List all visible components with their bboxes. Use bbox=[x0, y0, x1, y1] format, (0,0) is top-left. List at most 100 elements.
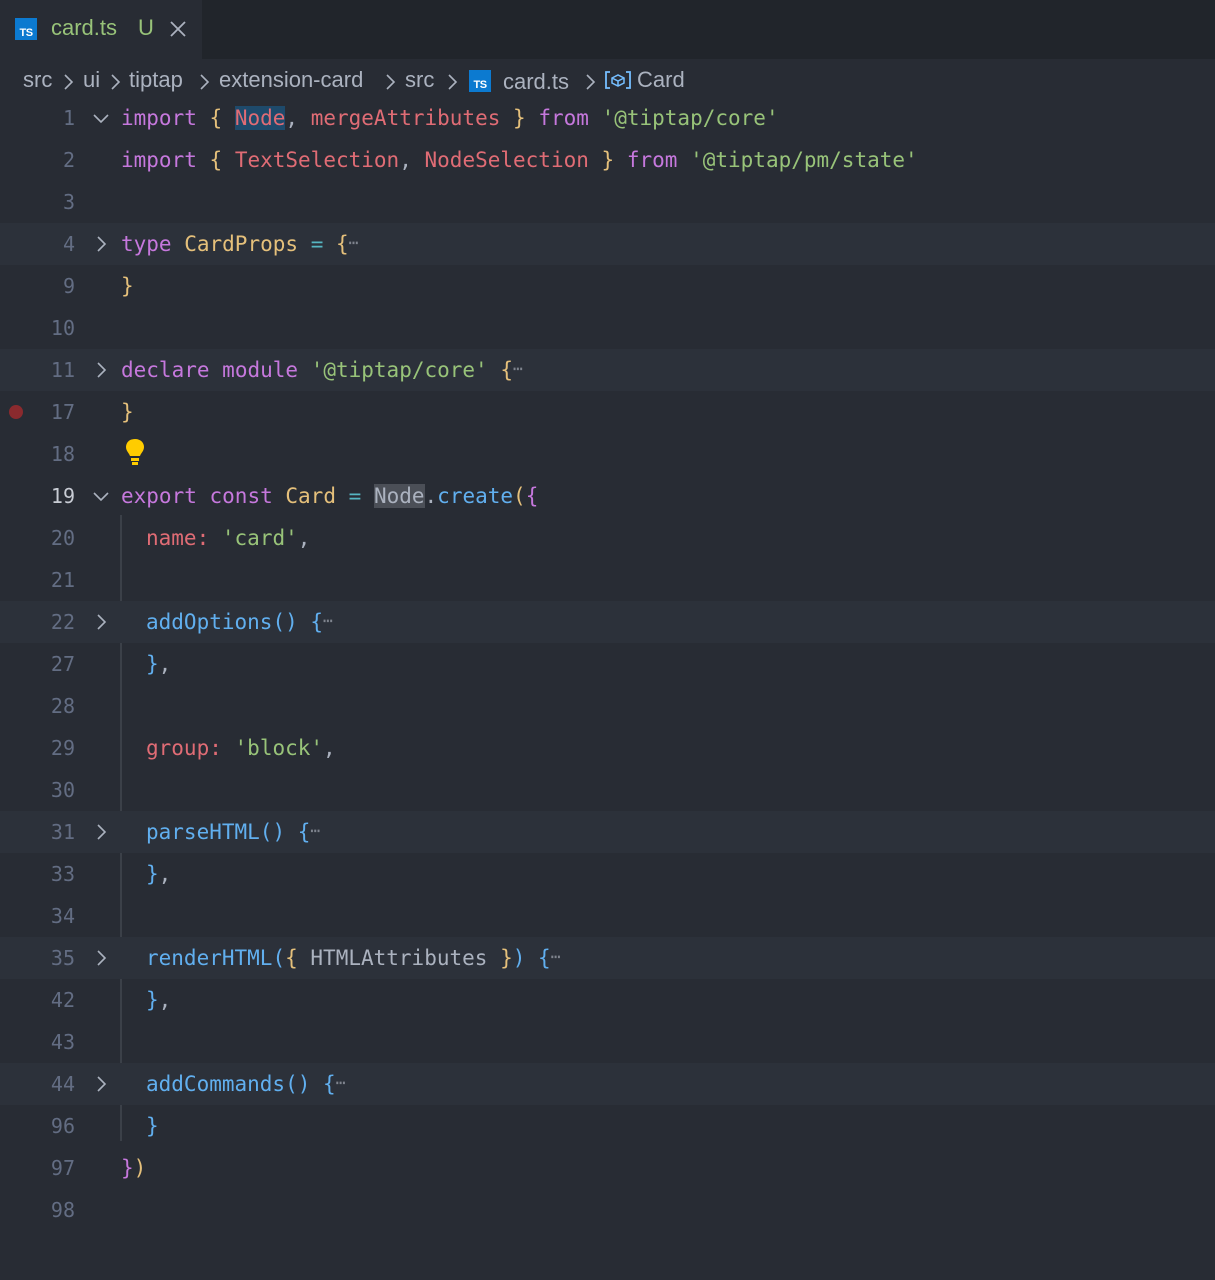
breadcrumb-item-tiptap[interactable]: tiptap bbox=[129, 67, 183, 93]
line-number: 34 bbox=[50, 904, 75, 928]
folded-ellipsis: ⋯ bbox=[513, 359, 523, 378]
breadcrumb-item-file[interactable]: TS card.ts bbox=[469, 67, 569, 95]
folded-ellipsis: ⋯ bbox=[348, 233, 359, 252]
line-number: 21 bbox=[50, 568, 75, 592]
code-line-19[interactable]: 19 export const Card = Node.create({ bbox=[0, 475, 1215, 517]
line-number: 44 bbox=[50, 1072, 75, 1096]
code-line-27[interactable]: 27 }, bbox=[0, 643, 1215, 685]
code-line-2[interactable]: 2 import { TextSelection, NodeSelection … bbox=[0, 139, 1215, 181]
line-number: 29 bbox=[50, 736, 75, 760]
line-number: 20 bbox=[50, 526, 75, 550]
code-text: }, bbox=[146, 862, 172, 886]
close-icon[interactable] bbox=[166, 17, 190, 41]
code-text: }) bbox=[121, 1156, 147, 1180]
code-text: parseHTML() {⋯ bbox=[146, 820, 321, 844]
code-line-31[interactable]: 31 parseHTML() {⋯ bbox=[0, 811, 1215, 853]
code-line-17[interactable]: 17 } bbox=[0, 391, 1215, 433]
code-text: name: 'card', bbox=[146, 526, 311, 550]
line-number: 17 bbox=[50, 400, 75, 424]
breadcrumb-item-ui[interactable]: ui bbox=[83, 67, 100, 93]
chevron-right-icon[interactable] bbox=[91, 1074, 111, 1094]
line-number: 27 bbox=[50, 652, 75, 676]
breadcrumb: src ui tiptap extension-card src TS card.… bbox=[0, 59, 1215, 101]
code-line-29[interactable]: 29 group: 'block', bbox=[0, 727, 1215, 769]
breadcrumb-symbol[interactable]: Card bbox=[637, 67, 685, 93]
code-line-1[interactable]: 1 import { Node, mergeAttributes } from … bbox=[0, 97, 1215, 139]
line-number: 31 bbox=[50, 820, 75, 844]
breadcrumb-item-src[interactable]: src bbox=[23, 67, 52, 93]
code-line-33[interactable]: 33 }, bbox=[0, 853, 1215, 895]
code-line-42[interactable]: 42 }, bbox=[0, 979, 1215, 1021]
line-number: 98 bbox=[50, 1198, 75, 1222]
typescript-file-icon: TS bbox=[469, 70, 491, 92]
code-text: import { Node, mergeAttributes } from '@… bbox=[121, 106, 779, 130]
code-line-18[interactable]: 18 bbox=[0, 433, 1215, 475]
code-line-35[interactable]: 35 renderHTML({ HTMLAttributes }) {⋯ bbox=[0, 937, 1215, 979]
code-line-4[interactable]: 4 type CardProps = {⋯ bbox=[0, 223, 1215, 265]
typescript-file-icon: TS bbox=[15, 18, 37, 40]
code-line-96[interactable]: 96 } bbox=[0, 1105, 1215, 1147]
chevron-right-icon bbox=[62, 71, 74, 97]
line-number: 28 bbox=[50, 694, 75, 718]
breadcrumb-file-label: card.ts bbox=[503, 69, 570, 94]
line-number: 35 bbox=[50, 946, 75, 970]
chevron-right-icon[interactable] bbox=[91, 360, 111, 380]
code-line-28[interactable]: 28 bbox=[0, 685, 1215, 727]
code-text: } bbox=[146, 1114, 159, 1138]
tab-title: card.ts bbox=[51, 15, 118, 40]
breadcrumb-item-src-2[interactable]: src bbox=[405, 67, 434, 93]
line-number: 18 bbox=[50, 442, 75, 466]
chevron-right-icon[interactable] bbox=[91, 234, 111, 254]
line-number: 10 bbox=[50, 316, 75, 340]
code-editor[interactable]: 1 import { Node, mergeAttributes } from … bbox=[0, 101, 1215, 1280]
code-line-21[interactable]: 21 bbox=[0, 559, 1215, 601]
folded-ellipsis: ⋯ bbox=[310, 821, 321, 840]
chevron-right-icon bbox=[446, 71, 458, 97]
breadcrumb-item-extension-card[interactable]: extension-card bbox=[219, 67, 363, 93]
lightbulb-icon[interactable] bbox=[124, 437, 146, 467]
line-number: 96 bbox=[50, 1114, 75, 1138]
code-text: import { TextSelection, NodeSelection } … bbox=[121, 148, 918, 172]
code-text: addOptions() {⋯ bbox=[146, 610, 333, 634]
chevron-down-icon[interactable] bbox=[91, 486, 111, 506]
chevron-right-icon[interactable] bbox=[91, 822, 111, 842]
line-number: 11 bbox=[50, 358, 75, 382]
tab-card-ts[interactable]: TS card.ts U bbox=[0, 0, 202, 59]
code-text: }, bbox=[146, 652, 172, 676]
chevron-right-icon[interactable] bbox=[91, 612, 111, 632]
code-line-11[interactable]: 11 declare module '@tiptap/core' {⋯ bbox=[0, 349, 1215, 391]
code-line-22[interactable]: 22 addOptions() {⋯ bbox=[0, 601, 1215, 643]
code-text: group: 'block', bbox=[146, 736, 336, 760]
chevron-right-icon bbox=[384, 71, 396, 97]
code-line-30[interactable]: 30 bbox=[0, 769, 1215, 811]
code-line-3[interactable]: 3 bbox=[0, 181, 1215, 223]
line-number: 30 bbox=[50, 778, 75, 802]
line-number: 42 bbox=[50, 988, 75, 1012]
line-number: 33 bbox=[50, 862, 75, 886]
code-text: renderHTML({ HTMLAttributes }) {⋯ bbox=[146, 946, 561, 970]
code-line-98[interactable]: 98 bbox=[0, 1189, 1215, 1231]
code-line-10[interactable]: 10 bbox=[0, 307, 1215, 349]
code-line-43[interactable]: 43 bbox=[0, 1021, 1215, 1063]
code-text: declare module '@tiptap/core' {⋯ bbox=[121, 358, 523, 382]
line-number: 97 bbox=[50, 1156, 75, 1180]
line-number: 9 bbox=[62, 274, 75, 298]
code-text: type CardProps = {⋯ bbox=[121, 232, 359, 256]
chevron-right-icon bbox=[109, 71, 121, 97]
code-text: } bbox=[121, 274, 134, 298]
code-text: export const Card = Node.create({ bbox=[121, 484, 539, 508]
git-status-badge: U bbox=[138, 15, 154, 40]
chevron-right-icon bbox=[198, 71, 210, 97]
tab-bar: TS card.ts U bbox=[0, 0, 1215, 59]
code-line-97[interactable]: 97 }) bbox=[0, 1147, 1215, 1189]
chevron-right-icon[interactable] bbox=[91, 948, 111, 968]
line-number: 3 bbox=[62, 190, 75, 214]
code-line-44[interactable]: 44 addCommands() {⋯ bbox=[0, 1063, 1215, 1105]
line-number: 1 bbox=[62, 106, 75, 130]
line-number: 22 bbox=[50, 610, 75, 634]
code-line-20[interactable]: 20 name: 'card', bbox=[0, 517, 1215, 559]
chevron-down-icon[interactable] bbox=[91, 108, 111, 128]
code-line-9[interactable]: 9 } bbox=[0, 265, 1215, 307]
code-line-34[interactable]: 34 bbox=[0, 895, 1215, 937]
line-number: 4 bbox=[62, 232, 75, 256]
